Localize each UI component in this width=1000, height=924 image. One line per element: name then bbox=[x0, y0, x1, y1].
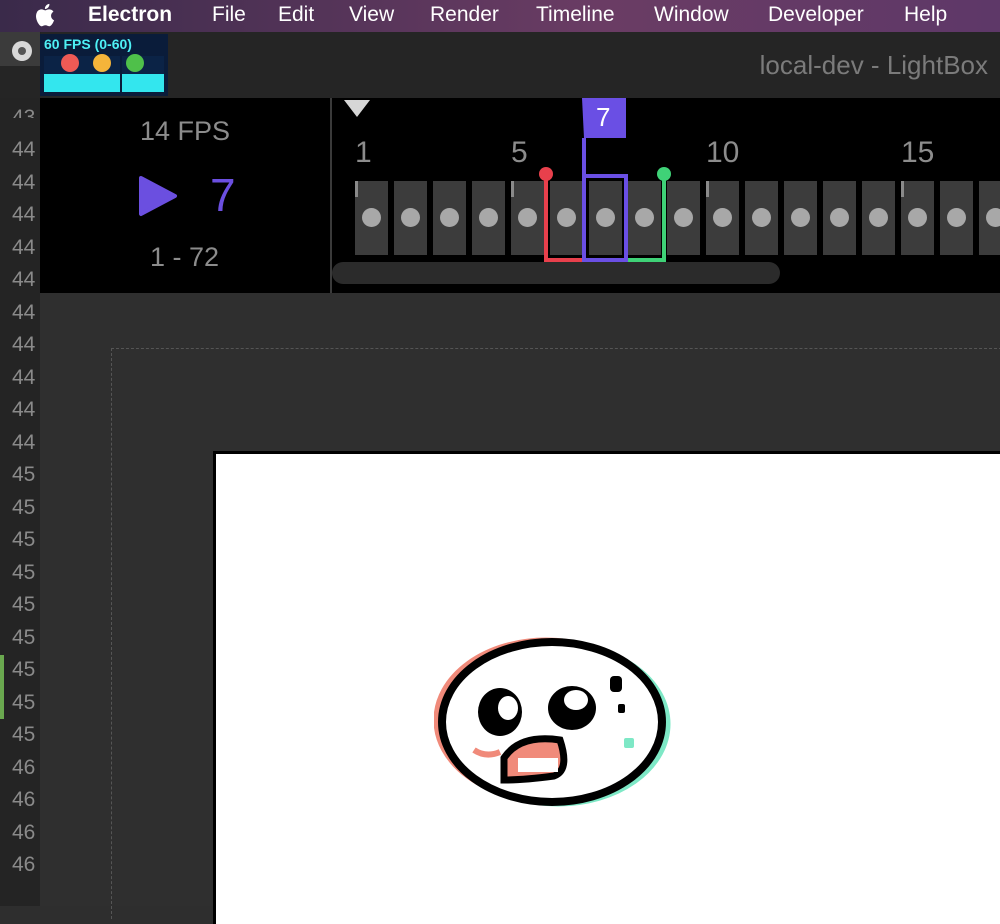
frame-cell[interactable] bbox=[433, 181, 466, 255]
frame-tick bbox=[901, 181, 904, 197]
zoom-window-button[interactable] bbox=[126, 54, 144, 72]
frame-dot bbox=[479, 208, 498, 227]
line-number: 44 bbox=[12, 301, 36, 324]
minimize-window-button[interactable] bbox=[93, 54, 111, 72]
play-icon[interactable] bbox=[137, 174, 179, 218]
line-number: 45 bbox=[12, 626, 36, 649]
frame-tick bbox=[355, 181, 358, 197]
fps-meter-label: 60 FPS (0-60) bbox=[44, 36, 132, 52]
close-window-button[interactable] bbox=[61, 54, 79, 72]
editor-tab[interactable] bbox=[0, 32, 41, 66]
menu-bar: Electron File Edit View Render Timeline … bbox=[0, 0, 1000, 32]
line-number: 44 bbox=[12, 333, 36, 356]
apple-icon[interactable] bbox=[32, 2, 56, 28]
line-number: 44 bbox=[12, 398, 36, 421]
line-number: 45 bbox=[12, 496, 36, 519]
line-number: 44 bbox=[12, 236, 36, 259]
frame-dot bbox=[401, 208, 420, 227]
line-number: 46 bbox=[12, 756, 36, 779]
ruler-label: 5 bbox=[511, 136, 528, 169]
frame-dot bbox=[947, 208, 966, 227]
line-number: 44 bbox=[12, 203, 36, 226]
current-frame-bracket bbox=[582, 138, 628, 262]
frame-cell[interactable] bbox=[901, 181, 934, 255]
line-number: 45 bbox=[12, 691, 36, 714]
frame-dot bbox=[440, 208, 459, 227]
frame-dot bbox=[791, 208, 810, 227]
line-number: 46 bbox=[12, 821, 36, 844]
line-number: 45 bbox=[12, 593, 36, 616]
frame-dot bbox=[518, 208, 537, 227]
record-icon bbox=[12, 41, 32, 61]
frame-cell[interactable] bbox=[472, 181, 505, 255]
frame-cell[interactable] bbox=[706, 181, 739, 255]
playhead-start-icon[interactable] bbox=[342, 98, 372, 120]
timeline-divider bbox=[330, 98, 332, 293]
frame-dot bbox=[908, 208, 927, 227]
line-number: 45 bbox=[12, 723, 36, 746]
playback-info: 14 FPS 7 1 - 72 bbox=[40, 98, 330, 293]
fps-setting[interactable]: 14 FPS bbox=[140, 116, 230, 147]
frame-tick bbox=[706, 181, 709, 197]
window-title: local-dev - LightBox bbox=[759, 50, 988, 80]
menu-view[interactable]: View bbox=[349, 3, 394, 27]
frame-dot bbox=[674, 208, 693, 227]
onion-next-bracket bbox=[626, 174, 666, 262]
ruler-label: 1 bbox=[355, 136, 372, 169]
drawing-canvas[interactable] bbox=[213, 451, 1000, 924]
frame-dot bbox=[362, 208, 381, 227]
app-name-menu[interactable]: Electron bbox=[88, 3, 172, 27]
frame-dot bbox=[869, 208, 888, 227]
onion-prev-bracket bbox=[544, 174, 584, 262]
current-frame-number: 7 bbox=[210, 169, 236, 221]
line-number-gutter: 43 44 44 44 44 44 44 44 44 44 44 45 45 4… bbox=[0, 98, 40, 906]
line-number: 45 bbox=[12, 463, 36, 486]
line-number: 45 bbox=[12, 658, 36, 681]
menu-edit[interactable]: Edit bbox=[278, 3, 314, 27]
menu-help[interactable]: Help bbox=[904, 3, 947, 27]
line-number: 45 bbox=[12, 528, 36, 551]
frame-cell[interactable] bbox=[784, 181, 817, 255]
frame-dot bbox=[830, 208, 849, 227]
timeline-panel: 14 FPS 7 1 - 72 1 5 10 15 7 bbox=[40, 98, 1000, 293]
line-number: 44 bbox=[12, 171, 36, 194]
line-number: 46 bbox=[12, 853, 36, 876]
frame-cell[interactable] bbox=[862, 181, 895, 255]
git-change-marker bbox=[0, 655, 4, 719]
menu-window[interactable]: Window bbox=[654, 3, 729, 27]
onion-next-handle-icon bbox=[657, 167, 671, 181]
fps-graph-divider bbox=[120, 56, 122, 92]
ruler-label: 15 bbox=[901, 136, 935, 169]
frame-tick bbox=[511, 181, 514, 197]
frame-dot bbox=[713, 208, 732, 227]
frame-dot bbox=[752, 208, 771, 227]
frame-range[interactable]: 1 - 72 bbox=[150, 242, 219, 273]
line-number: 45 bbox=[12, 561, 36, 584]
frame-cell[interactable] bbox=[355, 181, 388, 255]
onion-prev-handle-icon bbox=[539, 167, 553, 181]
menu-file[interactable]: File bbox=[212, 3, 246, 27]
line-number: 44 bbox=[12, 431, 36, 454]
line-number: 44 bbox=[12, 366, 36, 389]
frame-dot bbox=[986, 208, 1000, 227]
frame-cell[interactable] bbox=[745, 181, 778, 255]
timeline-scrollbar[interactable] bbox=[332, 262, 780, 284]
current-frame-flag-label[interactable]: 7 bbox=[596, 102, 610, 133]
line-number: 44 bbox=[12, 268, 36, 291]
menu-timeline[interactable]: Timeline bbox=[536, 3, 615, 27]
frame-cell[interactable] bbox=[823, 181, 856, 255]
menu-developer[interactable]: Developer bbox=[768, 3, 864, 27]
line-number: 46 bbox=[12, 788, 36, 811]
ruler-label: 10 bbox=[706, 136, 740, 169]
menu-render[interactable]: Render bbox=[430, 3, 499, 27]
line-number: 44 bbox=[12, 138, 36, 161]
frame-cell[interactable] bbox=[979, 181, 1000, 255]
line-number: 43 bbox=[12, 106, 36, 118]
frame-cell[interactable] bbox=[394, 181, 427, 255]
frame-cell[interactable] bbox=[940, 181, 973, 255]
fps-graph-fill bbox=[44, 74, 164, 92]
drawing-face-image bbox=[434, 637, 671, 807]
